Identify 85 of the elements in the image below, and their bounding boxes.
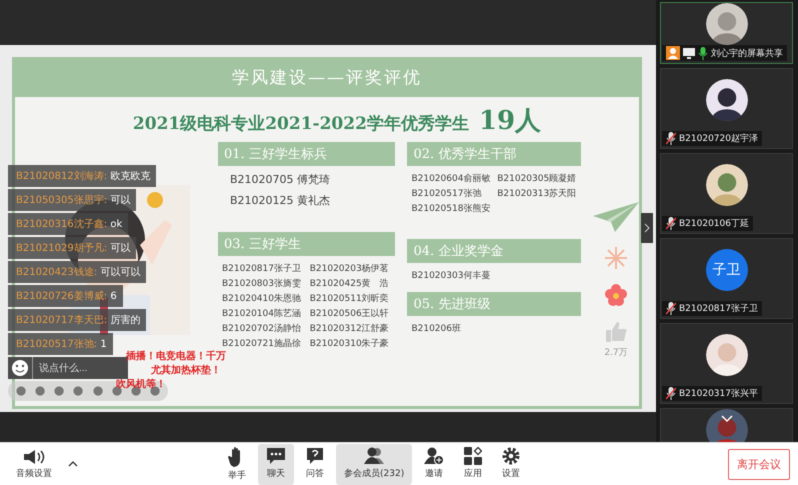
person-icon bbox=[666, 46, 680, 60]
participant-tile[interactable]: B21020106丁延 bbox=[660, 153, 793, 234]
slide-title: 2021级电科专业2021-2022学年优秀学生 bbox=[132, 113, 469, 135]
toolbar-button[interactable]: 参会成员(232) bbox=[336, 444, 412, 484]
chat-message: B21020726姜博威: 6 bbox=[8, 285, 123, 307]
audio-settings-button[interactable]: 音频设置 bbox=[8, 446, 60, 482]
student-name: B21020517张弛 bbox=[411, 188, 482, 200]
student-name: B21020303何丰蔓 bbox=[411, 270, 492, 282]
toolbar-button[interactable]: 问答 bbox=[298, 444, 332, 484]
chat-message: B21050305张思宇: 可以 bbox=[8, 189, 136, 211]
student-name: B21020705 傅梵琦 bbox=[230, 172, 332, 187]
speaker-icon bbox=[23, 448, 45, 464]
student-name: B21020518张熊安 bbox=[411, 202, 492, 215]
student-name: B210206班 bbox=[411, 322, 462, 335]
avatar: 子卫 bbox=[706, 249, 748, 291]
add-person-icon bbox=[424, 446, 444, 464]
student-name: B21020310朱子豪 bbox=[310, 338, 390, 350]
toolbar-button[interactable]: 举手 bbox=[220, 444, 254, 484]
participant-tile[interactable]: B21020317张兴平 bbox=[660, 323, 793, 404]
paper-plane-icon bbox=[593, 202, 639, 232]
chevron-right-icon bbox=[644, 223, 650, 233]
apps-icon bbox=[464, 446, 482, 464]
section-heading: 02. 优秀学生干部 bbox=[407, 142, 581, 166]
danmaku-text: 尤其加热杯垫！ bbox=[151, 364, 222, 377]
student-name: B21020604俞丽敏 bbox=[411, 172, 492, 185]
student-name: B21020104陈艺涵 bbox=[222, 308, 302, 320]
student-name: B21020305顾凝婧 bbox=[497, 172, 578, 185]
toolbar-icon[interactable] bbox=[92, 385, 103, 397]
thumbs-up-icon[interactable] bbox=[604, 320, 628, 344]
student-name: B21020125 黄礼杰 bbox=[230, 193, 332, 208]
participant-tile[interactable]: B21020720赵宇泽 bbox=[660, 68, 793, 149]
firework-icon bbox=[604, 246, 628, 270]
student-count: 19人 bbox=[478, 105, 542, 138]
chat-message: B21020812刘海涛: 欧克欧克 bbox=[8, 165, 156, 187]
student-name: B21020410朱恩驰 bbox=[222, 292, 302, 305]
toolbar-icon[interactable] bbox=[54, 385, 64, 397]
danmaku-text: 吹风机等！ bbox=[116, 378, 167, 391]
student-name: B21020506王以轩 bbox=[310, 308, 390, 320]
participant-name: B21020817张子卫 bbox=[679, 302, 758, 315]
chevron-down-icon[interactable] bbox=[721, 415, 733, 422]
participant-tile[interactable]: 子卫 B21020817张子卫 bbox=[660, 238, 793, 319]
chat-message: B21020316沈子鑫: ok bbox=[8, 213, 128, 235]
collapse-handle[interactable] bbox=[641, 213, 653, 243]
people-icon bbox=[363, 446, 386, 464]
chat-bubble-icon bbox=[266, 446, 286, 464]
chat-message: B21020517张弛: 1 bbox=[8, 333, 113, 355]
participant-name: 刘心宇的屏幕共享 bbox=[711, 48, 783, 60]
participant-tile[interactable] bbox=[660, 408, 793, 442]
student-name: B21020203杨伊茗 bbox=[310, 262, 390, 275]
student-name: B21020702汤静怡 bbox=[222, 322, 302, 335]
toolbar-icon[interactable] bbox=[73, 385, 84, 397]
section-heading: 05. 先进班级 bbox=[407, 292, 581, 316]
emoji-icon[interactable] bbox=[8, 357, 32, 379]
chat-message: B21020423钱途: 可以可以 bbox=[8, 261, 146, 283]
participant-name: B21020106丁延 bbox=[679, 218, 749, 230]
student-name: B21020312江舒豪 bbox=[310, 322, 390, 335]
student-name: B21020721施晶徐 bbox=[222, 338, 302, 350]
chat-message: B21020717李天巴: 厉害的 bbox=[8, 309, 146, 331]
section-heading: 01. 三好学生标兵 bbox=[218, 142, 396, 166]
screen-share-icon bbox=[683, 48, 695, 58]
toolbar-button[interactable]: 邀请 bbox=[416, 444, 452, 484]
leave-meeting-button[interactable]: 离开会议 bbox=[728, 448, 790, 480]
question-icon bbox=[306, 446, 324, 464]
flower-icon bbox=[605, 284, 627, 306]
student-name: B21020817张子卫 bbox=[222, 262, 302, 275]
student-name: B21020313苏天阳 bbox=[497, 188, 578, 200]
chat-message: B21021029胡予凡: 可以 bbox=[8, 237, 136, 259]
student-name: B21020425黄 浩 bbox=[310, 278, 390, 290]
toolbar-button[interactable]: 应用 bbox=[456, 444, 490, 484]
student-name: B21020803张旖雯 bbox=[222, 278, 302, 290]
section-heading: 03. 三好学生 bbox=[218, 232, 396, 256]
toolbar-icon[interactable] bbox=[16, 385, 26, 397]
participant-name: B21020720赵宇泽 bbox=[679, 132, 758, 145]
participant-tile[interactable]: 刘心宇的屏幕共享 bbox=[660, 2, 793, 64]
section-heading: 04. 企业奖学金 bbox=[407, 239, 581, 263]
slide-heading: 学风建设——评奖评优 bbox=[232, 66, 422, 88]
like-count: 2.7万 bbox=[604, 347, 628, 359]
toolbar-button[interactable]: 聊天 bbox=[258, 444, 294, 484]
participant-name: B21020317张兴平 bbox=[679, 388, 758, 400]
danmaku-text: 插播！电竞电器！千万 bbox=[126, 349, 226, 363]
toolbar-button[interactable]: 设置 bbox=[494, 444, 528, 484]
toolbar-icon[interactable] bbox=[35, 385, 46, 397]
caret-up-icon[interactable] bbox=[68, 461, 78, 467]
settings-icon bbox=[502, 446, 520, 464]
student-name: B21020511刘昕奕 bbox=[310, 292, 390, 305]
